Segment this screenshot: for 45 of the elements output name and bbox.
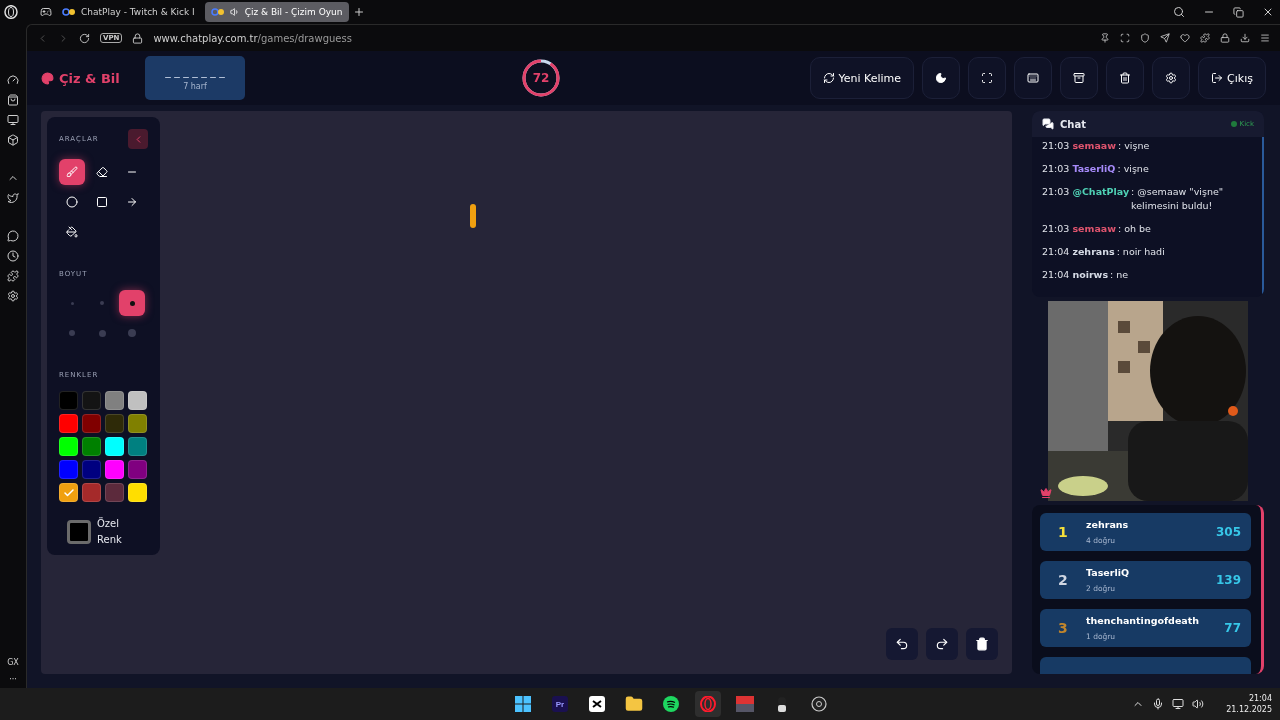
browser-tab[interactable]: Çiz & Bil - Çizim Oyun bbox=[204, 2, 349, 22]
message-time: 21:03 bbox=[1042, 162, 1070, 176]
player-score: 305 bbox=[1215, 525, 1241, 539]
chat-username: semaaw bbox=[1072, 222, 1116, 236]
clock[interactable]: 21:04 21.12.2025 bbox=[1226, 693, 1272, 715]
player-name: zehrans bbox=[1086, 519, 1129, 530]
custom-color-label: Özel Renk bbox=[97, 516, 123, 547]
chat-username: TaserliQ bbox=[1072, 162, 1116, 176]
chat-username: noirws bbox=[1072, 268, 1109, 282]
browser-tab[interactable]: ChatPlay - Twitch & Kick I bbox=[56, 2, 201, 22]
timer-value: 72 bbox=[532, 71, 550, 85]
message-time: 21:04 bbox=[1042, 245, 1070, 259]
message-text: : noir hadi bbox=[1116, 245, 1166, 259]
rank-number: 2 bbox=[1058, 572, 1069, 588]
taskbar-app[interactable]: Pr bbox=[547, 691, 573, 717]
premiere-icon: Pr bbox=[552, 696, 568, 712]
exit-button[interactable]: Çıkış bbox=[1198, 57, 1266, 99]
player-score: 77 bbox=[1224, 621, 1241, 635]
app-logo: Çiz & Bil bbox=[41, 70, 127, 86]
chat-username: semaaw bbox=[1072, 139, 1116, 153]
message-time: 21:03 bbox=[1042, 185, 1070, 199]
chat-username: zehrans bbox=[1072, 245, 1115, 259]
player-score: 139 bbox=[1215, 573, 1241, 587]
tab-title: ChatPlay - Twitch & Kick I bbox=[81, 7, 195, 17]
message-text: : vişne bbox=[1117, 162, 1150, 176]
gx-label[interactable]: GX bbox=[7, 658, 19, 667]
message-text: : @semaaw "vişne" kelimesini buldu! bbox=[1131, 185, 1225, 213]
more-label[interactable]: ··· bbox=[9, 675, 17, 684]
message-time: 21:04 bbox=[1042, 268, 1070, 282]
chat-username: @ChatPlay bbox=[1072, 185, 1130, 199]
letter-count: 7 harf bbox=[183, 82, 207, 91]
message-time: 21:03 bbox=[1042, 139, 1070, 153]
message-text: : ne bbox=[1110, 268, 1130, 282]
chat-title: Chat bbox=[1060, 118, 1086, 130]
player-name: TaserliQ bbox=[1086, 567, 1130, 578]
word-mask: _ _ _ _ _ _ _ bbox=[165, 65, 225, 78]
url-text[interactable]: www.chatplay.com.tr/games/drawguess bbox=[153, 32, 352, 44]
message-text: : oh be bbox=[1118, 222, 1152, 236]
rank-number: 3 bbox=[1058, 620, 1069, 636]
tab-title: Çiz & Bil - Çizim Oyun bbox=[244, 7, 343, 17]
player-name: thenchantingofdeath bbox=[1086, 615, 1200, 626]
message-time: 21:03 bbox=[1042, 222, 1070, 236]
new-word-button[interactable]: Yeni Kelime bbox=[809, 57, 915, 99]
rank-number: 1 bbox=[1058, 524, 1069, 540]
message-text: : vişne bbox=[1118, 139, 1151, 153]
